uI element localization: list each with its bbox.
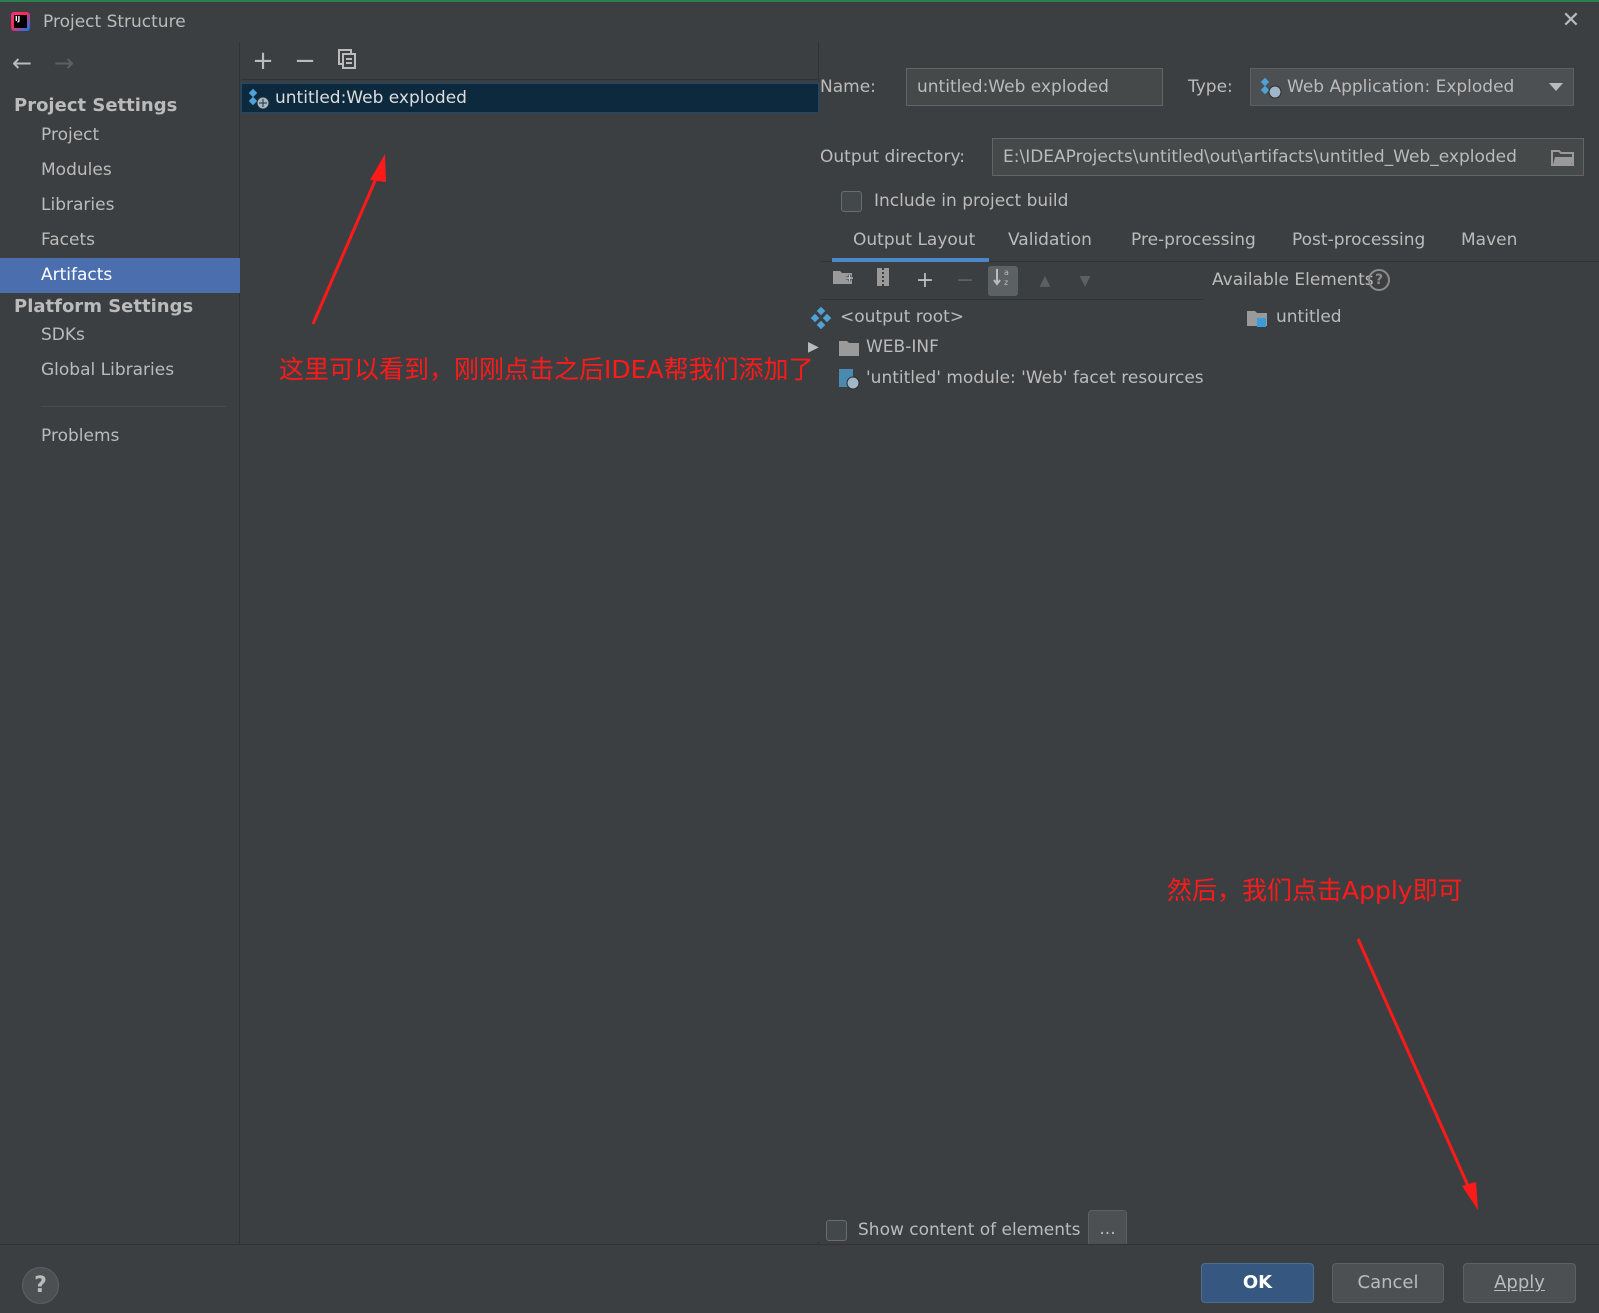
tab-maven[interactable]: Maven [1461,230,1517,250]
remove-element-icon[interactable]: − [950,266,980,296]
output-directory-label: Output directory: [820,147,965,167]
title-bar: IJ Project Structure ✕ [0,2,1599,42]
intellij-logo-icon: IJ [11,12,30,31]
sidebar-item-artifacts[interactable]: Artifacts [0,258,240,293]
artifacts-list: untitled:Web exploded [241,82,819,1242]
name-field[interactable]: untitled:Web exploded [906,68,1163,106]
add-copy-icon[interactable]: + [910,266,940,296]
tree-row-facet-resources[interactable]: 'untitled' module: 'Web' facet resources [820,363,1204,393]
artifact-tabs: Output Layout Validation Pre-processing … [820,222,1599,262]
available-label-untitled: untitled [1276,307,1342,327]
add-icon[interactable]: + [249,48,277,76]
chevron-down-icon [1549,83,1563,91]
folder-open-icon[interactable] [1551,147,1575,167]
window-title: Project Structure [43,12,186,32]
ok-button[interactable]: OK [1201,1263,1314,1303]
output-layout-toolbar: + − az ▲ ▼ [820,262,1204,300]
show-content-checkbox[interactable] [826,1220,847,1241]
sidebar-item-facets[interactable]: Facets [0,223,240,258]
close-icon[interactable]: ✕ [1560,10,1582,32]
sidebar-separator [41,406,226,407]
platform-settings-heading: Platform Settings [14,296,194,317]
tab-output-layout[interactable]: Output Layout [853,230,975,250]
ellipsis-button[interactable]: ... [1088,1210,1127,1248]
move-down-icon[interactable]: ▼ [1070,266,1100,296]
cancel-button[interactable]: Cancel [1332,1263,1444,1303]
tree-row-output-root[interactable]: <output root> [810,302,1200,332]
tree-label-web-inf: WEB-INF [866,337,939,357]
web-facet-icon [839,369,860,390]
tree-label-facet-resources: 'untitled' module: 'Web' facet resources [866,368,1204,388]
sidebar-item-problems[interactable]: Problems [0,419,240,454]
project-settings-heading: Project Settings [14,95,178,116]
new-directory-icon[interactable] [828,266,858,296]
artifacts-toolbar: + − [241,42,819,80]
artifact-label: untitled:Web exploded [275,88,467,108]
sidebar-item-libraries[interactable]: Libraries [0,188,240,223]
project-structure-dialog: IJ Project Structure ✕ ← → Project Setti… [0,0,1599,1313]
tree-label-output-root: <output root> [840,307,965,327]
svg-text:z: z [1004,278,1008,287]
annotation-note-added: 这里可以看到，刚刚点击之后IDEA帮我们添加了 [279,355,814,384]
remove-icon[interactable]: − [291,48,319,76]
module-folder-icon [1247,311,1267,327]
output-root-icon [810,307,832,329]
include-build-checkbox[interactable] [841,191,862,212]
svg-text:a: a [1004,268,1009,277]
output-directory-field[interactable]: E:\IDEAProjects\untitled\out\artifacts\u… [992,138,1584,176]
archive-icon[interactable] [868,266,898,296]
show-content-label: Show content of elements [858,1220,1081,1240]
back-arrow-icon[interactable]: ← [12,51,40,75]
web-artifact-icon [1260,77,1282,99]
tab-validation[interactable]: Validation [1008,230,1092,250]
sidebar-item-sdks[interactable]: SDKs [0,318,240,353]
sidebar-item-project[interactable]: Project [0,118,240,153]
sidebar-item-global-libraries[interactable]: Global Libraries [0,353,240,388]
artifact-row[interactable]: untitled:Web exploded [241,83,819,113]
folder-icon [839,341,859,356]
forward-arrow-icon[interactable]: → [54,51,82,75]
artifact-details: Name: untitled:Web exploded Type: Web Ap… [808,42,1599,1248]
type-value: Web Application: Exploded [1287,77,1515,97]
sidebar: ← → Project Settings Project Modules Lib… [0,42,240,1244]
type-label: Type: [1188,77,1233,97]
sort-alphabetically-icon[interactable]: az [988,266,1018,296]
tab-pre-processing[interactable]: Pre-processing [1131,230,1256,250]
copy-icon[interactable] [333,48,361,76]
name-label: Name: [820,77,876,97]
annotation-note-apply: 然后，我们点击Apply即可 [1167,876,1463,905]
web-artifact-icon [248,88,270,110]
sidebar-item-modules[interactable]: Modules [0,153,240,188]
type-select[interactable]: Web Application: Exploded [1250,68,1574,106]
available-item-untitled[interactable]: untitled [1244,302,1544,332]
tree-row-web-inf[interactable]: ▶ WEB-INF [806,332,1186,362]
include-build-label: Include in project build [874,191,1069,211]
artifacts-panel: + − untitled:Web exploded [241,42,819,1244]
help-button[interactable]: ? [22,1267,59,1304]
help-icon[interactable]: ? [1368,269,1390,291]
apply-button[interactable]: Apply [1463,1263,1576,1303]
output-directory-value: E:\IDEAProjects\untitled\out\artifacts\u… [1003,147,1517,167]
move-up-icon[interactable]: ▲ [1030,266,1060,296]
tab-post-processing[interactable]: Post-processing [1292,230,1425,250]
available-elements-title: Available Elements [1212,270,1374,290]
dialog-footer: ? OK Cancel Apply [0,1244,1599,1313]
